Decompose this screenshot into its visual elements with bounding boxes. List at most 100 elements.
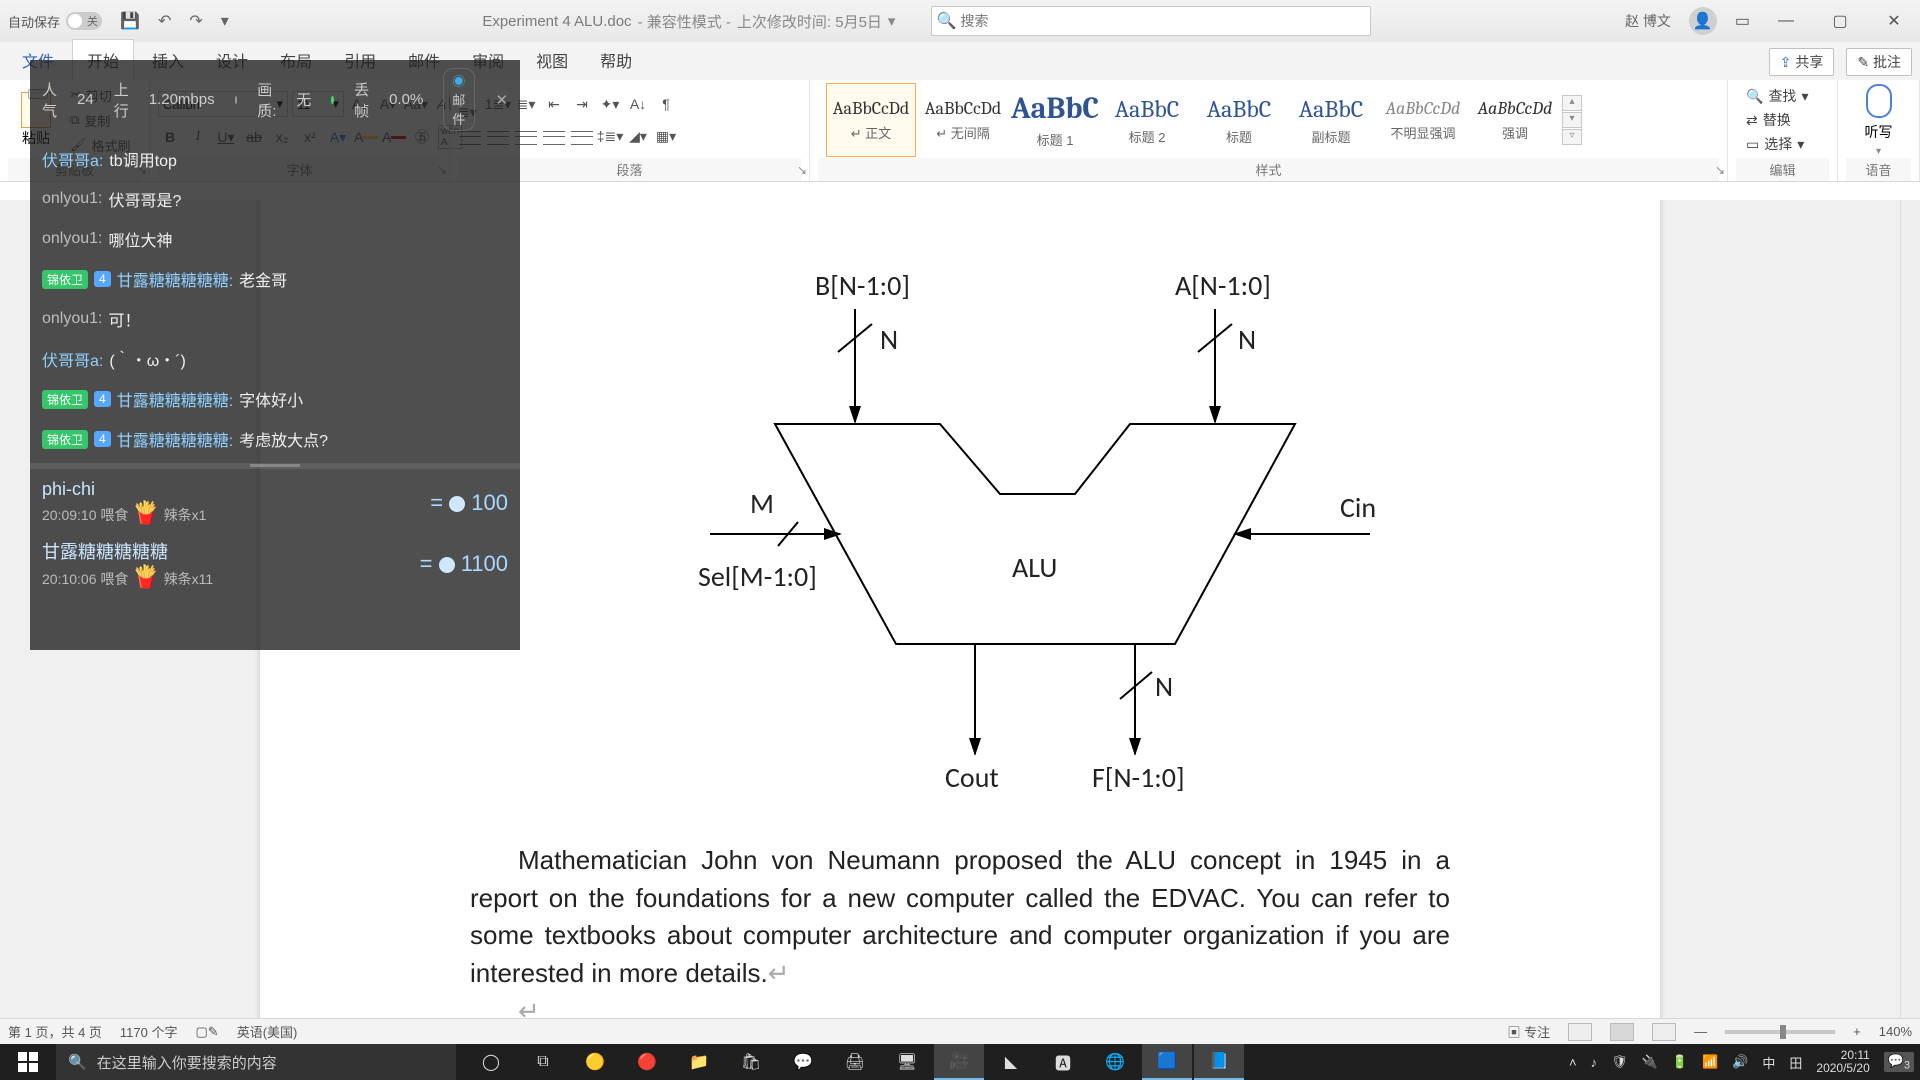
notifications-icon[interactable]: 💬3 <box>1884 1052 1914 1073</box>
zoom-in-button[interactable]: + <box>1853 1024 1861 1039</box>
borders-icon[interactable]: ▦▾ <box>654 124 678 148</box>
view-print-icon[interactable] <box>1610 1023 1634 1041</box>
replace-button[interactable]: ⇄ 替换 <box>1746 110 1808 130</box>
app-icon-7[interactable]: 🖨 <box>830 1044 880 1080</box>
tray-app-icon[interactable]: ♪ <box>1591 1055 1598 1070</box>
upload-value: 1.20mbps <box>149 91 215 108</box>
livestream-overlay[interactable]: 人气 24 上行 1.20mbps 画质: 无 丢帧 0.0% ◉ 邮件 ✕ 伏… <box>30 60 520 650</box>
tray-volume-icon[interactable]: 🔊 <box>1732 1054 1748 1070</box>
autosave-toggle[interactable]: 自动保存 关 <box>8 12 102 31</box>
styles-launcher-icon[interactable]: ↘ <box>1715 163 1725 177</box>
autosave-switch[interactable]: 关 <box>66 12 102 30</box>
taskbar-clock[interactable]: 20:11 2020/5/20 <box>1816 1049 1869 1075</box>
view-read-icon[interactable] <box>1568 1023 1592 1041</box>
search-icon: 🔍 <box>68 1053 87 1071</box>
tab-help[interactable]: 帮助 <box>586 40 646 80</box>
qat-more-icon[interactable]: ▾ <box>221 11 229 31</box>
wechat-icon[interactable]: 💬 <box>778 1044 828 1080</box>
paragraph-launcher-icon[interactable]: ↘ <box>797 163 807 177</box>
dictate-button[interactable]: 听写 ▾ <box>1846 84 1911 157</box>
style-heading2[interactable]: AaBbC标题 2 <box>1102 83 1192 157</box>
zoom-level[interactable]: 140% <box>1879 1024 1912 1039</box>
shading-icon[interactable]: ◢▾ <box>626 124 650 148</box>
label-Nf: N <box>1155 669 1173 704</box>
tray-wifi-icon[interactable]: 📶 <box>1702 1054 1718 1070</box>
maximize-button[interactable]: ▢ <box>1822 6 1858 36</box>
asian-layout-icon[interactable]: ✦▾ <box>598 92 622 116</box>
ime-mode[interactable]: 田 <box>1789 1053 1802 1072</box>
netease-icon[interactable]: 🔴 <box>622 1044 672 1080</box>
tray-battery-icon[interactable]: 🔋 <box>1672 1054 1688 1070</box>
style-emphasis[interactable]: AaBbCcDd强调 <box>1470 83 1560 157</box>
cortana-icon[interactable]: ◯ <box>466 1044 516 1080</box>
view-web-icon[interactable] <box>1652 1023 1676 1041</box>
select-button[interactable]: ▭ 选择 ▾ <box>1746 134 1808 154</box>
zoom-out-button[interactable]: — <box>1694 1024 1707 1039</box>
taskview-icon[interactable]: ⧉ <box>518 1044 568 1080</box>
explorer-icon[interactable]: 📁 <box>674 1044 724 1080</box>
app-icon-9[interactable]: 🎥 <box>934 1044 984 1080</box>
label-Sel: Sel[M-1:0] <box>698 559 817 594</box>
store-icon[interactable]: 🛍 <box>726 1044 776 1080</box>
body-text[interactable]: Mathematician John von Neumann proposed … <box>470 842 1450 1030</box>
style-title[interactable]: AaBbC标题 <box>1194 83 1284 157</box>
decrease-indent-icon[interactable]: ⇤ <box>542 92 566 116</box>
app-icon-10[interactable]: ◣ <box>986 1044 1036 1080</box>
close-button[interactable]: ✕ <box>1876 6 1912 36</box>
ime-lang[interactable]: 中 <box>1762 1053 1775 1072</box>
minimize-button[interactable]: — <box>1768 6 1804 36</box>
label-Cout: Cout <box>945 760 999 795</box>
tray-security-icon[interactable]: 🛡 <box>1611 1054 1628 1070</box>
taskbar-search[interactable]: 🔍 在这里输入你要搜索的内容 <box>56 1044 456 1080</box>
style-normal[interactable]: AaBbCcDd↵ 正文 <box>826 83 916 157</box>
proofing-icon[interactable]: ▢✎ <box>196 1024 219 1040</box>
focus-mode[interactable]: ▣ 专注 <box>1508 1022 1551 1041</box>
username[interactable]: 赵 博文 <box>1625 11 1671 31</box>
styles-gallery[interactable]: AaBbCcDd↵ 正文 AaBbCcDd↵ 无间隔 AaBbC标题 1 AaB… <box>818 83 1719 157</box>
save-icon[interactable]: 💾 <box>120 11 140 31</box>
overlay-grip[interactable] <box>30 463 520 469</box>
upload-label: 上行 <box>114 79 129 121</box>
style-subtitle[interactable]: AaBbC副标题 <box>1286 83 1376 157</box>
align-justify-icon[interactable] <box>542 124 566 148</box>
overlay-pill-button[interactable]: ◉ 邮件 <box>443 68 475 131</box>
align-distribute-icon[interactable] <box>570 124 594 148</box>
tray-overflow-icon[interactable]: ˄ <box>1569 1055 1577 1070</box>
title-dropdown-icon[interactable]: ▾ <box>888 12 896 30</box>
status-words[interactable]: 1170 个字 <box>120 1022 178 1041</box>
tray-usb-icon[interactable]: 🔌 <box>1642 1054 1658 1070</box>
style-subtle[interactable]: AaBbCcDd不明显强调 <box>1378 83 1468 157</box>
search-input[interactable] <box>960 13 1370 29</box>
overlay-close-icon[interactable]: ✕ <box>495 91 508 109</box>
app-icon-8[interactable]: 🖥 <box>882 1044 932 1080</box>
search-box[interactable]: 🔍 <box>931 6 1371 36</box>
drop-value: 0.0% <box>389 91 423 108</box>
find-button[interactable]: 🔍 查找 ▾ <box>1746 86 1808 106</box>
undo-icon[interactable]: ↶ <box>158 11 171 31</box>
line-spacing-icon[interactable]: ‡≣▾ <box>598 124 622 148</box>
increase-indent-icon[interactable]: ⇥ <box>570 92 594 116</box>
show-marks-icon[interactable]: ¶ <box>654 92 678 116</box>
ribbon-display-icon[interactable]: ▭ <box>1735 11 1750 31</box>
label-M: M <box>750 486 774 521</box>
tab-view[interactable]: 视图 <box>522 40 582 80</box>
sort-icon[interactable]: A↓ <box>626 92 650 116</box>
redo-icon[interactable]: ↷ <box>189 11 202 31</box>
start-button[interactable] <box>0 1044 56 1080</box>
word-icon[interactable]: 📘 <box>1194 1044 1244 1080</box>
status-language[interactable]: 英语(美国) <box>237 1022 298 1041</box>
styles-scroll[interactable]: ▴▾▿ <box>1562 95 1582 145</box>
share-button[interactable]: ⇪ 共享 <box>1769 48 1835 76</box>
status-page[interactable]: 第 1 页，共 4 页 <box>8 1022 102 1041</box>
vscode-icon[interactable]: 🟦 <box>1142 1044 1192 1080</box>
app-icon-12[interactable]: 🌐 <box>1090 1044 1140 1080</box>
adobe-icon[interactable]: 🅰 <box>1038 1044 1088 1080</box>
style-heading1[interactable]: AaBbC标题 1 <box>1010 83 1100 157</box>
zoom-slider[interactable] <box>1725 1030 1835 1034</box>
vertical-scrollbar[interactable] <box>1900 200 1920 1044</box>
mod-time[interactable]: 上次修改时间: 5月5日 <box>737 11 882 32</box>
style-nospacing[interactable]: AaBbCcDd↵ 无间隔 <box>918 83 1008 157</box>
avatar[interactable]: 👤 <box>1689 7 1717 35</box>
comments-button[interactable]: ✎ 批注 <box>1846 48 1912 76</box>
chrome-icon[interactable]: 🟡 <box>570 1044 620 1080</box>
